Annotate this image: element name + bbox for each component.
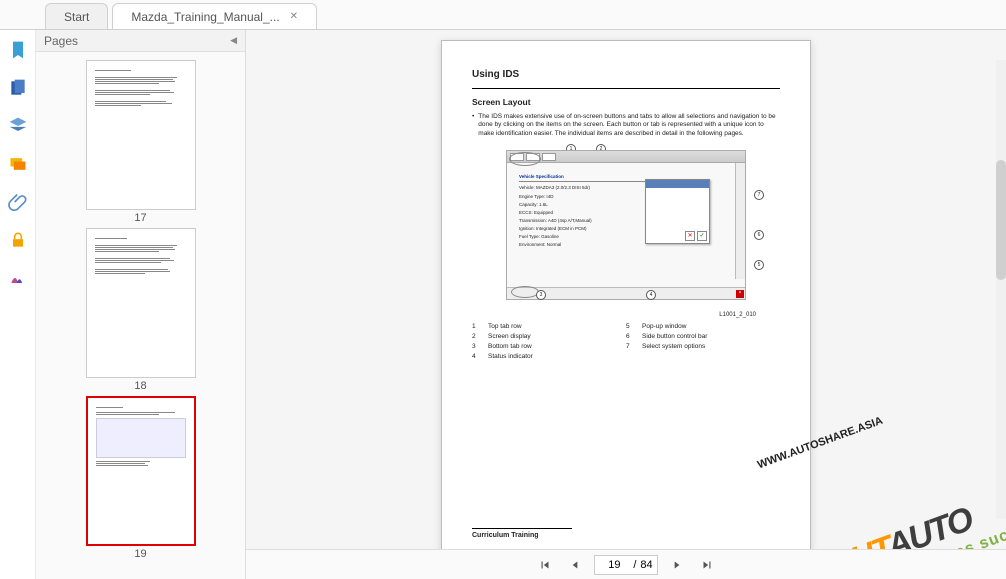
tab-document-label: Mazda_Training_Manual_... — [131, 10, 279, 24]
bullet-item: •The IDS makes extensive use of on-scree… — [472, 113, 780, 138]
first-page-button[interactable] — [534, 554, 556, 576]
thumbnail-list[interactable]: 17 18 19 — [36, 52, 245, 579]
pages-icon[interactable] — [8, 78, 28, 98]
page-navigation-bar: / 84 — [246, 549, 1006, 579]
page-sep: / — [633, 559, 636, 571]
figure-legend: 1Top tab row 2Screen display 3Bottom tab… — [472, 322, 780, 361]
attachment-icon[interactable] — [8, 192, 28, 212]
page-heading: Using IDS — [472, 69, 780, 80]
document-viewport[interactable]: Using IDS Screen Layout •The IDS makes e… — [246, 30, 1006, 549]
page-number-input[interactable] — [599, 559, 629, 571]
page-thumbnail-19-num: 19 — [134, 548, 146, 560]
page-footer: Curriculum Training — [472, 528, 572, 539]
last-page-button[interactable] — [696, 554, 718, 576]
page-thumbnail-18-num: 18 — [134, 380, 146, 392]
page-thumbnail-18[interactable] — [86, 228, 196, 378]
bookmark-icon[interactable] — [8, 40, 28, 60]
vertical-scrollbar[interactable] — [996, 60, 1006, 519]
pages-panel-title: Pages — [44, 34, 78, 48]
lock-icon[interactable] — [8, 230, 28, 250]
page-subheading: Screen Layout — [472, 97, 780, 107]
callout-7: 7 — [754, 190, 764, 200]
prev-page-button[interactable] — [564, 554, 586, 576]
page-thumbnail-19[interactable] — [86, 396, 196, 546]
page-number-box: / 84 — [594, 555, 657, 575]
tool-sidebar — [0, 30, 36, 579]
tab-start[interactable]: Start — [45, 3, 108, 29]
figure-screenshot: Vehicle Specification Vehicle: MAZDA3 (2… — [506, 150, 746, 300]
watermark: DHTAUTO sharing creates success — [824, 476, 1006, 549]
page-thumbnail-17-num: 17 — [134, 212, 146, 224]
callout-6: 6 — [754, 230, 764, 240]
layers-icon[interactable] — [8, 116, 28, 136]
page-thumbnail-17[interactable] — [86, 60, 196, 210]
callout-5: 5 — [754, 260, 764, 270]
collapse-panel-icon[interactable]: ◀ — [230, 35, 237, 46]
signature-icon[interactable] — [8, 268, 28, 288]
close-icon[interactable]: ✕ — [290, 11, 298, 22]
page-total: 84 — [640, 559, 652, 571]
pages-panel: Pages ◀ 17 18 19 — [36, 30, 246, 579]
tab-document[interactable]: Mazda_Training_Manual_... ✕ — [112, 3, 317, 29]
tab-start-label: Start — [64, 10, 89, 24]
pdf-page: Using IDS Screen Layout •The IDS makes e… — [441, 40, 811, 549]
figure-label: L1001_2_010 — [496, 312, 756, 318]
next-page-button[interactable] — [666, 554, 688, 576]
comment-icon[interactable] — [8, 154, 28, 174]
